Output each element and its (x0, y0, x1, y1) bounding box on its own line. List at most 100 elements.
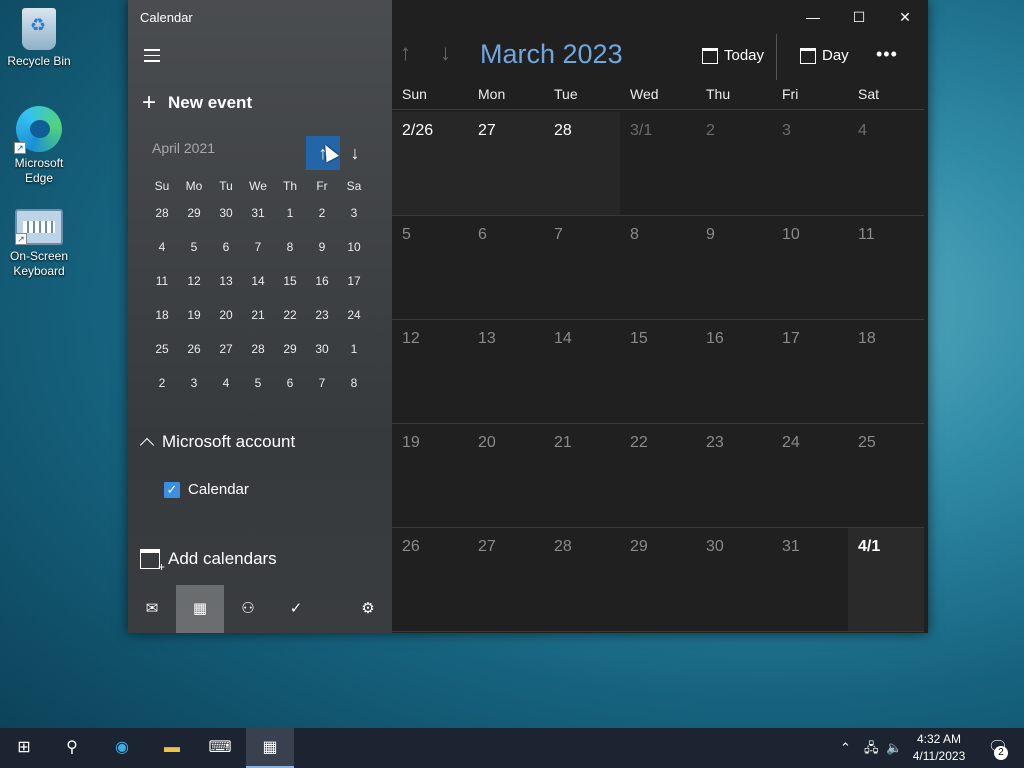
day-cell[interactable]: 27 (468, 528, 544, 631)
day-cell[interactable]: 14 (544, 320, 620, 423)
day-cell[interactable]: 16 (696, 320, 772, 423)
mini-calendar-day[interactable]: 7 (306, 366, 338, 400)
close-button[interactable]: ✕ (882, 6, 928, 28)
people-button[interactable]: ⚇ (224, 585, 272, 633)
day-cell[interactable]: 15 (620, 320, 696, 423)
mini-calendar-day[interactable]: 28 (146, 196, 178, 230)
day-cell[interactable]: 8 (620, 216, 696, 319)
day-cell[interactable]: 6 (468, 216, 544, 319)
mini-calendar-day[interactable]: 13 (210, 264, 242, 298)
mini-calendar-day[interactable]: 25 (146, 332, 178, 366)
mini-calendar-day[interactable]: 3 (178, 366, 210, 400)
day-cell[interactable]: 29 (620, 528, 696, 631)
mini-calendar-day[interactable]: 7 (242, 230, 274, 264)
mini-calendar-day[interactable]: 27 (210, 332, 242, 366)
mini-calendar-day[interactable]: 3 (338, 196, 370, 230)
day-cell[interactable]: 18 (848, 320, 924, 423)
mini-calendar-day[interactable]: 1 (338, 332, 370, 366)
mini-calendar-day[interactable]: 8 (274, 230, 306, 264)
mini-calendar-month[interactable]: April 2021 (152, 140, 215, 156)
day-cell[interactable]: 31 (772, 528, 848, 631)
mini-calendar-day[interactable]: 21 (242, 298, 274, 332)
desktop-icon-on-screen-keyboard[interactable]: ↗ On-Screen Keyboard (4, 204, 74, 279)
day-cell[interactable]: 19 (392, 424, 468, 527)
taskbar-on-screen-keyboard[interactable]: ⌨ (196, 728, 244, 768)
desktop-icon-microsoft-edge[interactable]: ↗ Microsoft Edge (4, 106, 74, 186)
day-cell[interactable]: 28 (544, 528, 620, 631)
view-switch-button[interactable]: Day (800, 47, 849, 64)
mini-calendar-day[interactable]: 5 (242, 366, 274, 400)
microsoft-account-toggle[interactable]: Microsoft account (139, 432, 295, 453)
day-cell[interactable]: 22 (620, 424, 696, 527)
mini-calendar-day[interactable]: 20 (210, 298, 242, 332)
action-center-button[interactable]: 🗨 2 (976, 728, 1020, 768)
mini-calendar-day[interactable]: 15 (274, 264, 306, 298)
day-cell[interactable]: 2/26 (392, 112, 468, 215)
next-month-button[interactable]: ↓ (440, 40, 451, 66)
day-cell[interactable]: 13 (468, 320, 544, 423)
mini-calendar-day[interactable]: 24 (338, 298, 370, 332)
day-cell[interactable]: 25 (848, 424, 924, 527)
day-cell[interactable]: 5 (392, 216, 468, 319)
mini-calendar-day[interactable]: 9 (306, 230, 338, 264)
mini-calendar-day[interactable]: 10 (338, 230, 370, 264)
day-cell[interactable]: 30 (696, 528, 772, 631)
mini-calendar-day[interactable]: 4 (146, 230, 178, 264)
mini-calendar-day[interactable]: 12 (178, 264, 210, 298)
day-cell[interactable]: 27 (468, 112, 544, 215)
day-cell[interactable]: 26 (392, 528, 468, 631)
mini-calendar-day[interactable]: 16 (306, 264, 338, 298)
day-cell[interactable]: 11 (848, 216, 924, 319)
day-cell[interactable]: 20 (468, 424, 544, 527)
mini-calendar-day[interactable]: 6 (210, 230, 242, 264)
new-event-button[interactable]: + New event (142, 91, 252, 115)
search-button[interactable]: ⚲ (48, 728, 96, 768)
minimize-button[interactable]: — (790, 6, 836, 28)
day-cell[interactable]: 23 (696, 424, 772, 527)
day-cell[interactable]: 12 (392, 320, 468, 423)
settings-button[interactable]: ⚙ (344, 585, 392, 633)
mini-calendar-day[interactable]: 18 (146, 298, 178, 332)
mail-button[interactable]: ✉ (128, 585, 176, 633)
day-cell[interactable]: 28 (544, 112, 620, 215)
mini-calendar-next-button[interactable]: ↓ (342, 136, 368, 170)
maximize-button[interactable]: ☐ (836, 6, 882, 28)
network-icon[interactable]: 🖧 (864, 728, 879, 768)
mini-calendar-day[interactable]: 22 (274, 298, 306, 332)
mini-calendar-day[interactable]: 30 (210, 196, 242, 230)
mini-calendar-day[interactable]: 23 (306, 298, 338, 332)
show-hidden-icons-button[interactable]: ⌃ (840, 728, 851, 768)
mini-calendar-day[interactable]: 28 (242, 332, 274, 366)
taskbar-clock[interactable]: 4:32 AM 4/11/2023 (900, 731, 978, 765)
day-cell[interactable]: 24 (772, 424, 848, 527)
mini-calendar-day[interactable]: 2 (146, 366, 178, 400)
day-cell[interactable]: 17 (772, 320, 848, 423)
mini-calendar-day[interactable]: 30 (306, 332, 338, 366)
mini-calendar-day[interactable]: 2 (306, 196, 338, 230)
mini-calendar-day[interactable]: 29 (178, 196, 210, 230)
day-cell[interactable]: 3/1 (620, 112, 696, 215)
day-cell[interactable]: 4 (848, 112, 924, 215)
mini-calendar-day[interactable]: 17 (338, 264, 370, 298)
mini-calendar-day[interactable]: 11 (146, 264, 178, 298)
mini-calendar-day[interactable]: 29 (274, 332, 306, 366)
mini-calendar-day[interactable]: 8 (338, 366, 370, 400)
mini-calendar-day[interactable]: 6 (274, 366, 306, 400)
calendar-button[interactable]: ▦ (176, 585, 224, 633)
day-cell[interactable]: 4/1 (848, 528, 924, 631)
day-cell[interactable]: 21 (544, 424, 620, 527)
mini-calendar-day[interactable]: 4 (210, 366, 242, 400)
month-title[interactable]: March 2023 (480, 39, 623, 70)
mini-calendar-day[interactable]: 31 (242, 196, 274, 230)
more-options-button[interactable]: ••• (876, 44, 898, 65)
mini-calendar-day[interactable]: 19 (178, 298, 210, 332)
calendar-checkbox[interactable]: ✓ (164, 481, 180, 498)
today-button[interactable]: Today (702, 47, 764, 64)
day-cell[interactable]: 10 (772, 216, 848, 319)
desktop-icon-recycle-bin[interactable]: Recycle Bin (4, 8, 74, 69)
day-cell[interactable]: 2 (696, 112, 772, 215)
todo-button[interactable]: ✓ (272, 585, 320, 633)
day-cell[interactable]: 9 (696, 216, 772, 319)
taskbar-calendar[interactable]: ▦ (246, 728, 294, 768)
mini-calendar-day[interactable]: 14 (242, 264, 274, 298)
